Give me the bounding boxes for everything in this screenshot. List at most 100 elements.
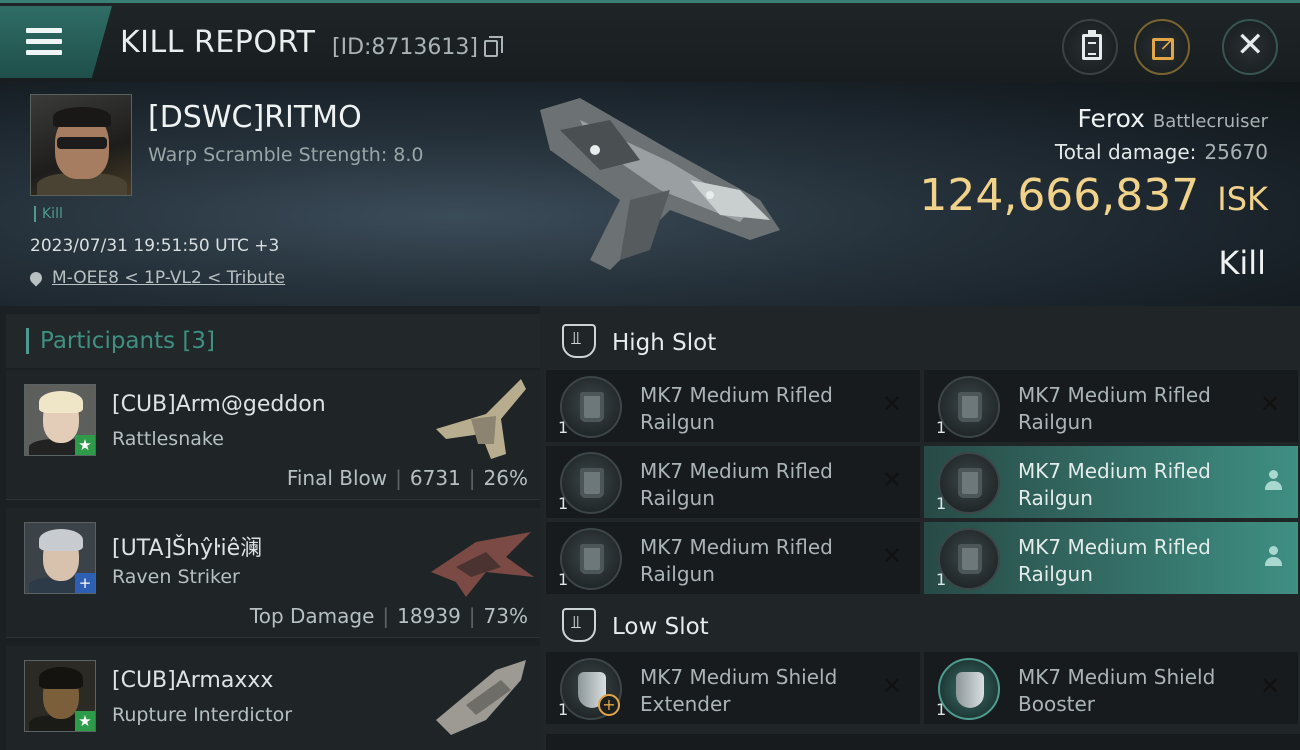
module-quantity: 1 [558, 494, 569, 513]
close-button[interactable]: ✕ [1222, 19, 1278, 75]
participant-stats: Top Damage | 18939 | 73% [249, 604, 528, 628]
participant-avatar[interactable]: ★ [24, 384, 96, 456]
isk-amount: 124,666,837 [919, 170, 1200, 221]
module-name: MK7 Medium Rifled Railgun [1018, 459, 1211, 510]
kill-location[interactable]: M-OEE8 < 1P-VL2 < Tribute [27, 268, 285, 288]
participant-ship: Raven Striker [112, 566, 240, 588]
module-row-partial [546, 734, 1300, 750]
module-item[interactable]: 1 MK7 Medium Rifled Railgun ✕ [546, 370, 920, 442]
module-quantity: 1 [936, 494, 947, 513]
participant-row[interactable]: ★ [CUB]Arm@geddon Rattlesnake Final Blow… [6, 370, 540, 500]
participant-avatar[interactable]: ★ [24, 660, 96, 732]
share-icon [1152, 31, 1176, 60]
high-slot-icon [562, 324, 596, 358]
location-pin-icon [27, 269, 45, 287]
module-item[interactable]: 1 MK7 Medium Rifled Railgun ✕ [546, 446, 920, 518]
participant-avatar[interactable]: + [24, 522, 96, 594]
module-name: MK7 Medium Rifled Railgun [640, 459, 833, 510]
low-slot-header: Low Slot [546, 596, 1300, 652]
clipboard-icon [1082, 30, 1102, 60]
module-item[interactable]: 1 MK7 Medium Rifled Railgun ✕ [924, 370, 1298, 442]
module-quantity: 1 [936, 700, 947, 719]
isk-unit: ISK [1217, 180, 1268, 218]
victim-panel: [DSWC]RITMO Warp Scramble Strength: 8.0 … [0, 82, 1300, 306]
destroyed-icon: ✕ [1259, 672, 1280, 700]
railgun-icon [938, 528, 1000, 590]
module-item[interactable]: 1 MK7 Medium Rifled Railgun ✕ [546, 522, 920, 594]
copy-icon[interactable] [484, 36, 503, 57]
menu-icon [26, 28, 62, 61]
participant-row[interactable]: + [UTA]Šhŷŀiê澜 Raven Striker Top Damage |… [6, 508, 540, 638]
victim-ship-image [540, 98, 780, 270]
menu-button[interactable] [0, 6, 112, 78]
participant-role: Final Blow [286, 466, 388, 490]
kill-timestamp: 2023/07/31 19:51:50 UTC +3 [30, 236, 280, 256]
participant-percent: 73% [483, 604, 528, 628]
module-item[interactable]: 1 MK7 Medium Rifled Railgun [924, 522, 1298, 594]
module-name: MK7 Medium Shield Extender [640, 665, 838, 716]
participants-title: Participants [3] [40, 328, 215, 354]
close-icon: ✕ [1236, 25, 1265, 65]
warp-scramble-strength: Warp Scramble Strength: 8.0 [148, 144, 424, 166]
participant-ship: Rupture Interdictor [112, 704, 292, 726]
destroyed-icon: ✕ [881, 672, 902, 700]
participant-role: Top Damage [249, 604, 375, 628]
dropped-person-icon [1264, 546, 1282, 568]
module-name: MK7 Medium Rifled Railgun [640, 535, 833, 586]
victim-ship-name: Ferox [1077, 104, 1145, 133]
participant-name[interactable]: [CUB]Arm@geddon [112, 392, 326, 417]
low-slot-icon [562, 608, 596, 642]
module-quantity: 1 [558, 700, 569, 719]
victim-ship-type: Ferox Battlecruiser [1077, 104, 1268, 133]
corp-star-icon: ★ [75, 435, 95, 455]
participant-ship-image [436, 660, 526, 735]
high-slot-title: High Slot [612, 330, 717, 356]
page-title: KILL REPORT [120, 25, 316, 60]
participant-name[interactable]: [CUB]Armaxxx [112, 668, 273, 693]
participants-panel: Participants [3] ★ [CUB]Arm@geddon Rattl… [0, 306, 540, 750]
destroyed-icon: ✕ [881, 466, 902, 494]
module-quantity: 1 [558, 418, 569, 437]
participant-ship: Rattlesnake [112, 428, 224, 450]
destroyed-icon: ✕ [1259, 390, 1280, 418]
railgun-icon [938, 452, 1000, 514]
participant-ship-image [436, 379, 526, 459]
module-quantity: 1 [936, 570, 947, 589]
module-name: MK7 Medium Rifled Railgun [640, 383, 833, 434]
railgun-icon [560, 452, 622, 514]
module-quantity: 1 [558, 570, 569, 589]
railgun-icon [938, 376, 1000, 438]
corp-cross-icon: + [75, 573, 95, 593]
corp-star-icon: ★ [75, 711, 95, 731]
result-label: Kill [1218, 244, 1266, 282]
railgun-icon [560, 376, 622, 438]
plus-badge-icon: + [598, 694, 620, 716]
total-damage-value: 25670 [1204, 140, 1268, 164]
railgun-icon [560, 528, 622, 590]
module-quantity: 1 [936, 418, 947, 437]
report-id: [ID:8713613] [332, 35, 478, 60]
location-link[interactable]: M-OEE8 < 1P-VL2 < Tribute [52, 268, 285, 288]
victim-avatar[interactable] [30, 94, 132, 196]
destroyed-icon: ✕ [881, 542, 902, 570]
high-slot-header: High Slot [546, 312, 1300, 368]
shield-booster-icon [938, 658, 1000, 720]
share-button[interactable] [1134, 19, 1190, 75]
participant-name[interactable]: [UTA]Šhŷŀiê澜 [112, 530, 262, 562]
module-item[interactable]: + 1 MK7 Medium Shield Extender ✕ [546, 652, 920, 724]
module-item[interactable]: 1 MK7 Medium Rifled Railgun [924, 446, 1298, 518]
victim-ship-class: Battlecruiser [1152, 111, 1268, 132]
victim-name[interactable]: [DSWC]RITMO [148, 100, 362, 135]
total-damage: Total damage: 25670 [1055, 140, 1268, 164]
top-bar: KILL REPORT [ID:8713613] ✕ [0, 0, 1300, 82]
participant-stats: Final Blow | 6731 | 26% [286, 466, 528, 490]
module-item[interactable]: 1 MK7 Medium Shield Booster ✕ [924, 652, 1298, 724]
participant-percent: 26% [483, 466, 528, 490]
clipboard-button[interactable] [1062, 19, 1118, 75]
module-name: MK7 Medium Rifled Railgun [1018, 383, 1211, 434]
destroyed-icon: ✕ [881, 390, 902, 418]
module-name: MK7 Medium Rifled Railgun [1018, 535, 1211, 586]
participant-ship-image [431, 532, 534, 597]
participant-row[interactable]: ★ [CUB]Armaxxx Rupture Interdictor [6, 646, 540, 750]
fitting-panel: High Slot 1 MK7 Medium Rifled Railgun ✕ … [540, 306, 1300, 750]
